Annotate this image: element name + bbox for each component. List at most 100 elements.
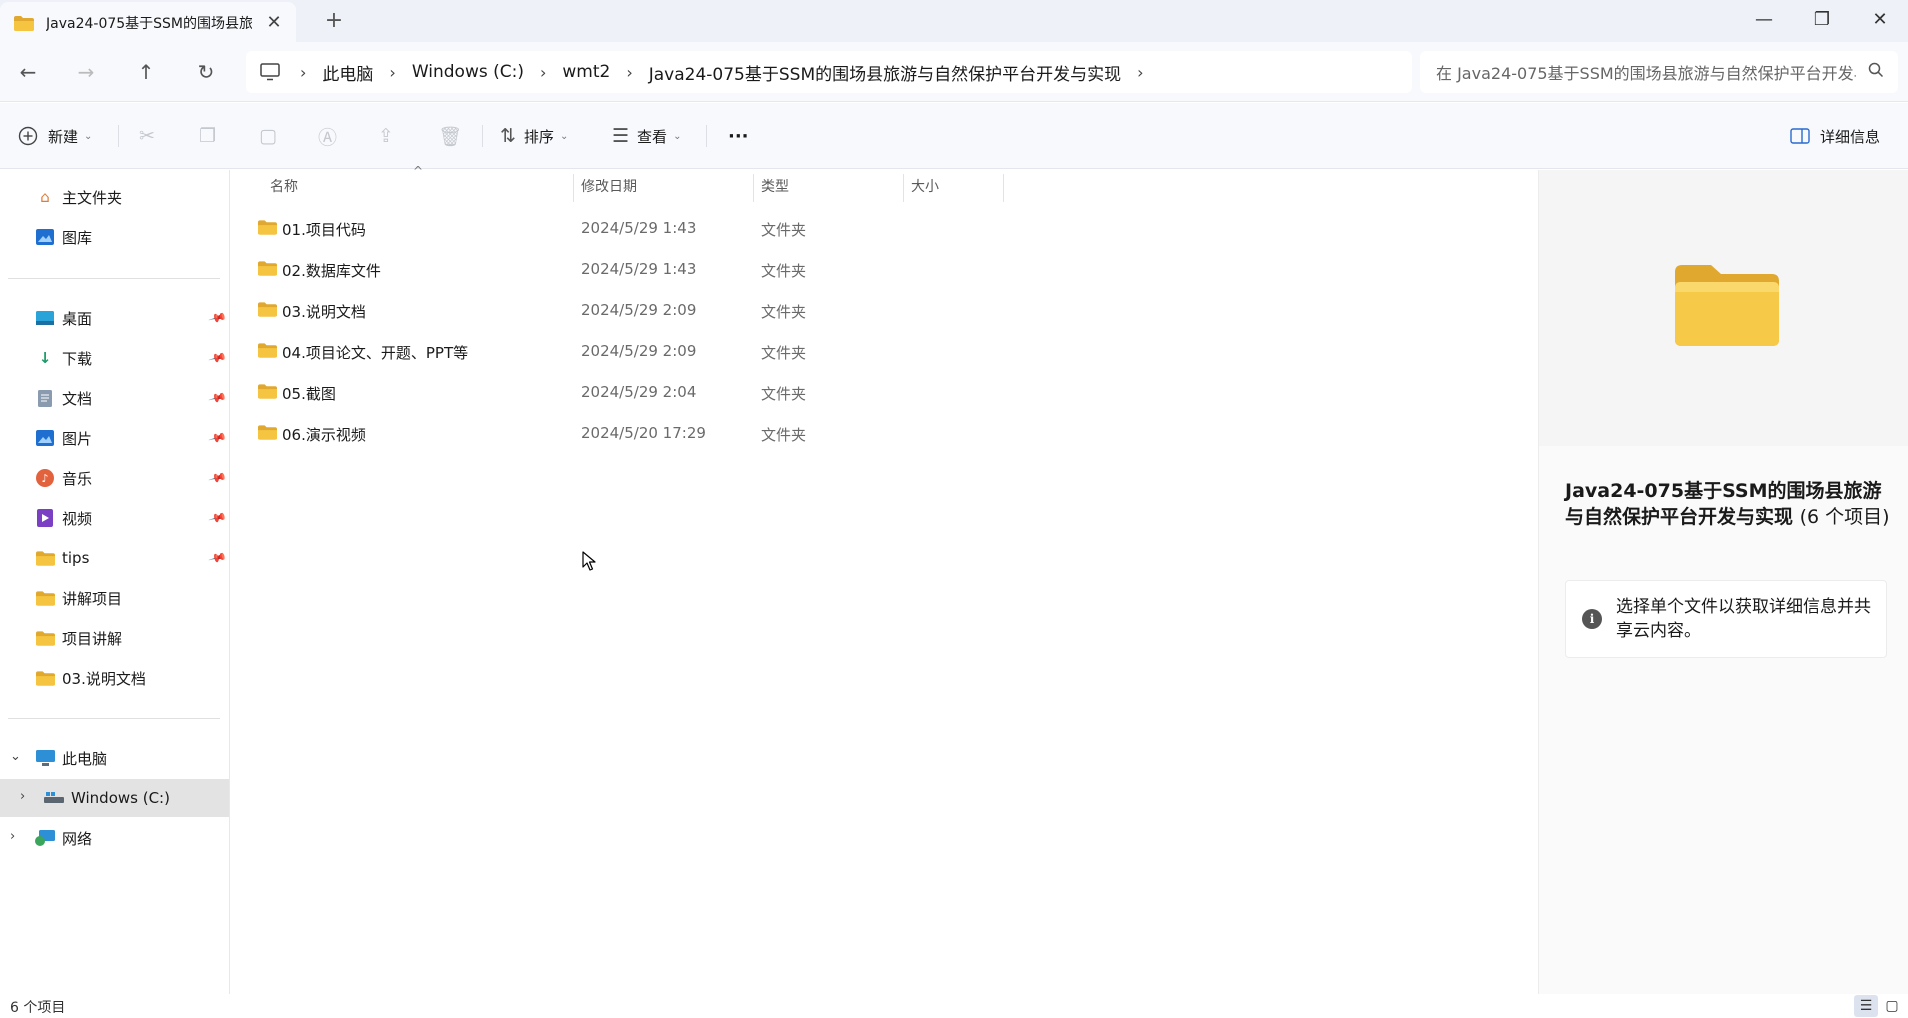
column-separator[interactable] xyxy=(1003,174,1004,202)
copy-button[interactable]: ❐ xyxy=(199,121,216,151)
arrow-right-icon: → xyxy=(77,60,95,84)
sidebar-item-label: 讲解项目 xyxy=(62,589,123,608)
delete-button[interactable]: 🗑 xyxy=(438,121,462,151)
chevron-down-icon: ⌄ xyxy=(84,130,93,142)
details-pane-button[interactable]: 详细信息 xyxy=(1790,121,1880,151)
sidebar-item-label: 音乐 xyxy=(62,469,93,488)
chevron-down-icon[interactable]: ⌄ xyxy=(10,749,21,764)
sidebar-item-drive-c[interactable]: › Windows (C:) xyxy=(0,779,229,817)
paste-button[interactable]: ▢ xyxy=(259,121,277,151)
breadcrumb-separator[interactable]: › xyxy=(540,63,546,82)
folder-icon xyxy=(258,302,277,317)
file-date: 2024/5/20 17:29 xyxy=(581,424,706,442)
file-row[interactable]: 05.截图 2024/5/29 2:04 文件夹 xyxy=(230,372,1260,412)
column-separator[interactable] xyxy=(573,174,574,202)
column-separator[interactable] xyxy=(903,174,904,202)
file-type: 文件夹 xyxy=(761,344,807,362)
refresh-button[interactable]: ↻ xyxy=(188,54,224,90)
column-header-date[interactable]: 修改日期 xyxy=(581,170,637,202)
breadcrumb-this-pc[interactable]: 此电脑 xyxy=(322,60,373,85)
file-type: 文件夹 xyxy=(761,262,807,280)
computer-icon xyxy=(260,63,280,81)
folder-icon xyxy=(258,220,277,235)
folder-icon xyxy=(35,629,55,647)
sidebar-item-documents[interactable]: 文档 📌 xyxy=(0,379,229,417)
column-header-size[interactable]: 大小 xyxy=(911,170,939,202)
sidebar-item-downloads[interactable]: ↓ 下载 📌 xyxy=(0,339,229,377)
cut-button[interactable]: ✂ xyxy=(139,121,155,151)
file-row[interactable]: 03.说明文档 2024/5/29 2:09 文件夹 xyxy=(230,290,1260,330)
home-icon: ⌂ xyxy=(40,188,50,206)
rename-button[interactable]: Ⓐ xyxy=(318,121,337,151)
sidebar-item-desktop[interactable]: 桌面 📌 xyxy=(0,299,229,337)
column-header-type[interactable]: 类型 xyxy=(761,170,789,202)
navigation-pane: ⌂ 主文件夹 图库 桌面 📌 ↓ 下载 📌 文档 📌 图片 📌 ♪ 音乐 📌 视… xyxy=(0,170,229,998)
share-button[interactable]: ⇪ xyxy=(378,121,394,151)
close-window-button[interactable]: ✕ xyxy=(1858,4,1902,34)
pin-icon: 📌 xyxy=(207,548,228,568)
new-tab-button[interactable]: + xyxy=(322,8,346,33)
sidebar-item-tips[interactable]: tips 📌 xyxy=(0,539,229,577)
info-icon: i xyxy=(1582,609,1602,629)
new-button[interactable]: 新建 ⌄ xyxy=(18,121,92,151)
breadcrumb-drive[interactable]: Windows (C:) xyxy=(412,62,524,82)
sidebar-item-label: 03.说明文档 xyxy=(62,669,146,688)
search-input[interactable]: 在 Java24-075基于SSM的围场县旅游与自然保护平台开发与实现 中搜索 xyxy=(1436,60,1856,84)
drive-icon xyxy=(44,789,64,807)
folder-icon xyxy=(258,384,277,399)
view-button[interactable]: ☰ 查看 ⌄ xyxy=(612,121,681,151)
sidebar-item-label: 项目讲解 xyxy=(62,629,123,648)
sidebar-item-pictures[interactable]: 图片 📌 xyxy=(0,419,229,457)
download-icon: ↓ xyxy=(38,349,52,367)
back-button[interactable]: ← xyxy=(10,54,46,90)
restore-button[interactable]: ❐ xyxy=(1800,4,1844,34)
list-view-icon: ☰ xyxy=(1859,998,1873,1014)
more-options-button[interactable]: ··· xyxy=(728,121,749,151)
column-separator[interactable] xyxy=(753,174,754,202)
gallery-icon xyxy=(35,228,55,246)
file-date: 2024/5/29 1:43 xyxy=(581,260,697,278)
tab-close-icon[interactable]: ✕ xyxy=(264,12,284,33)
chevron-down-icon: ⌄ xyxy=(673,130,682,142)
sort-icon: ⇅ xyxy=(500,125,516,147)
breadcrumb-wmt2[interactable]: wmt2 xyxy=(562,62,610,82)
forward-button[interactable]: → xyxy=(68,54,104,90)
sidebar-item-shuoming-wendang[interactable]: 03.说明文档 xyxy=(0,659,229,697)
network-icon xyxy=(35,829,55,847)
sidebar-item-gallery[interactable]: 图库 xyxy=(0,218,229,256)
pin-icon: 📌 xyxy=(207,508,228,528)
sidebar-item-network[interactable]: › 网络 xyxy=(0,819,229,857)
file-row[interactable]: 04.项目论文、开题、PPT等 2024/5/29 2:09 文件夹 xyxy=(230,331,1260,371)
sidebar-item-videos[interactable]: 视频 📌 xyxy=(0,499,229,537)
up-button[interactable]: ↑ xyxy=(128,54,164,90)
chevron-right-icon[interactable]: › xyxy=(10,829,15,844)
sidebar-item-xiangmu-jiangjie[interactable]: 项目讲解 xyxy=(0,619,229,657)
view-label: 查看 xyxy=(637,127,668,146)
chevron-right-icon[interactable]: › xyxy=(20,789,25,804)
sort-button[interactable]: ⇅ 排序 ⌄ xyxy=(500,121,568,151)
plus-circle-icon xyxy=(18,126,38,146)
address-bar[interactable]: › 此电脑 › Windows (C:) › wmt2 › Java24-075… xyxy=(246,51,1412,93)
breadcrumb-separator[interactable]: › xyxy=(389,63,395,82)
file-row[interactable]: 01.项目代码 2024/5/29 1:43 文件夹 xyxy=(230,208,1260,248)
breadcrumb-separator[interactable]: › xyxy=(1137,63,1143,82)
sort-label: 排序 xyxy=(523,127,554,146)
breadcrumb-separator[interactable]: › xyxy=(626,63,632,82)
minimize-button[interactable]: — xyxy=(1742,4,1786,34)
sidebar-item-music[interactable]: ♪ 音乐 📌 xyxy=(0,459,229,497)
tiles-view-button[interactable]: ▢ xyxy=(1880,995,1904,1017)
folder-icon xyxy=(258,343,277,358)
sidebar-item-this-pc[interactable]: ⌄ 此电脑 xyxy=(0,739,229,777)
details-view-button[interactable]: ☰ xyxy=(1854,995,1878,1017)
file-row[interactable]: 02.数据库文件 2024/5/29 1:43 文件夹 xyxy=(230,249,1260,289)
tab-active[interactable]: Java24-075基于SSM的围场县旅游与自然保护平台开发与实现 ✕ xyxy=(0,2,296,44)
new-label: 新建 xyxy=(48,127,79,146)
file-row[interactable]: 06.演示视频 2024/5/20 17:29 文件夹 xyxy=(230,413,1260,453)
pin-icon: 📌 xyxy=(207,348,228,368)
search-box[interactable]: 在 Java24-075基于SSM的围场县旅游与自然保护平台开发与实现 中搜索 xyxy=(1420,51,1898,93)
share-icon: ⇪ xyxy=(378,125,394,147)
sidebar-item-jiangjie-xiangmu[interactable]: 讲解项目 xyxy=(0,579,229,617)
sidebar-item-home[interactable]: ⌂ 主文件夹 xyxy=(0,178,229,216)
column-header-name[interactable]: 名称 xyxy=(270,170,298,202)
breadcrumb-current-folder[interactable]: Java24-075基于SSM的围场县旅游与自然保护平台开发与实现 xyxy=(649,60,1121,85)
